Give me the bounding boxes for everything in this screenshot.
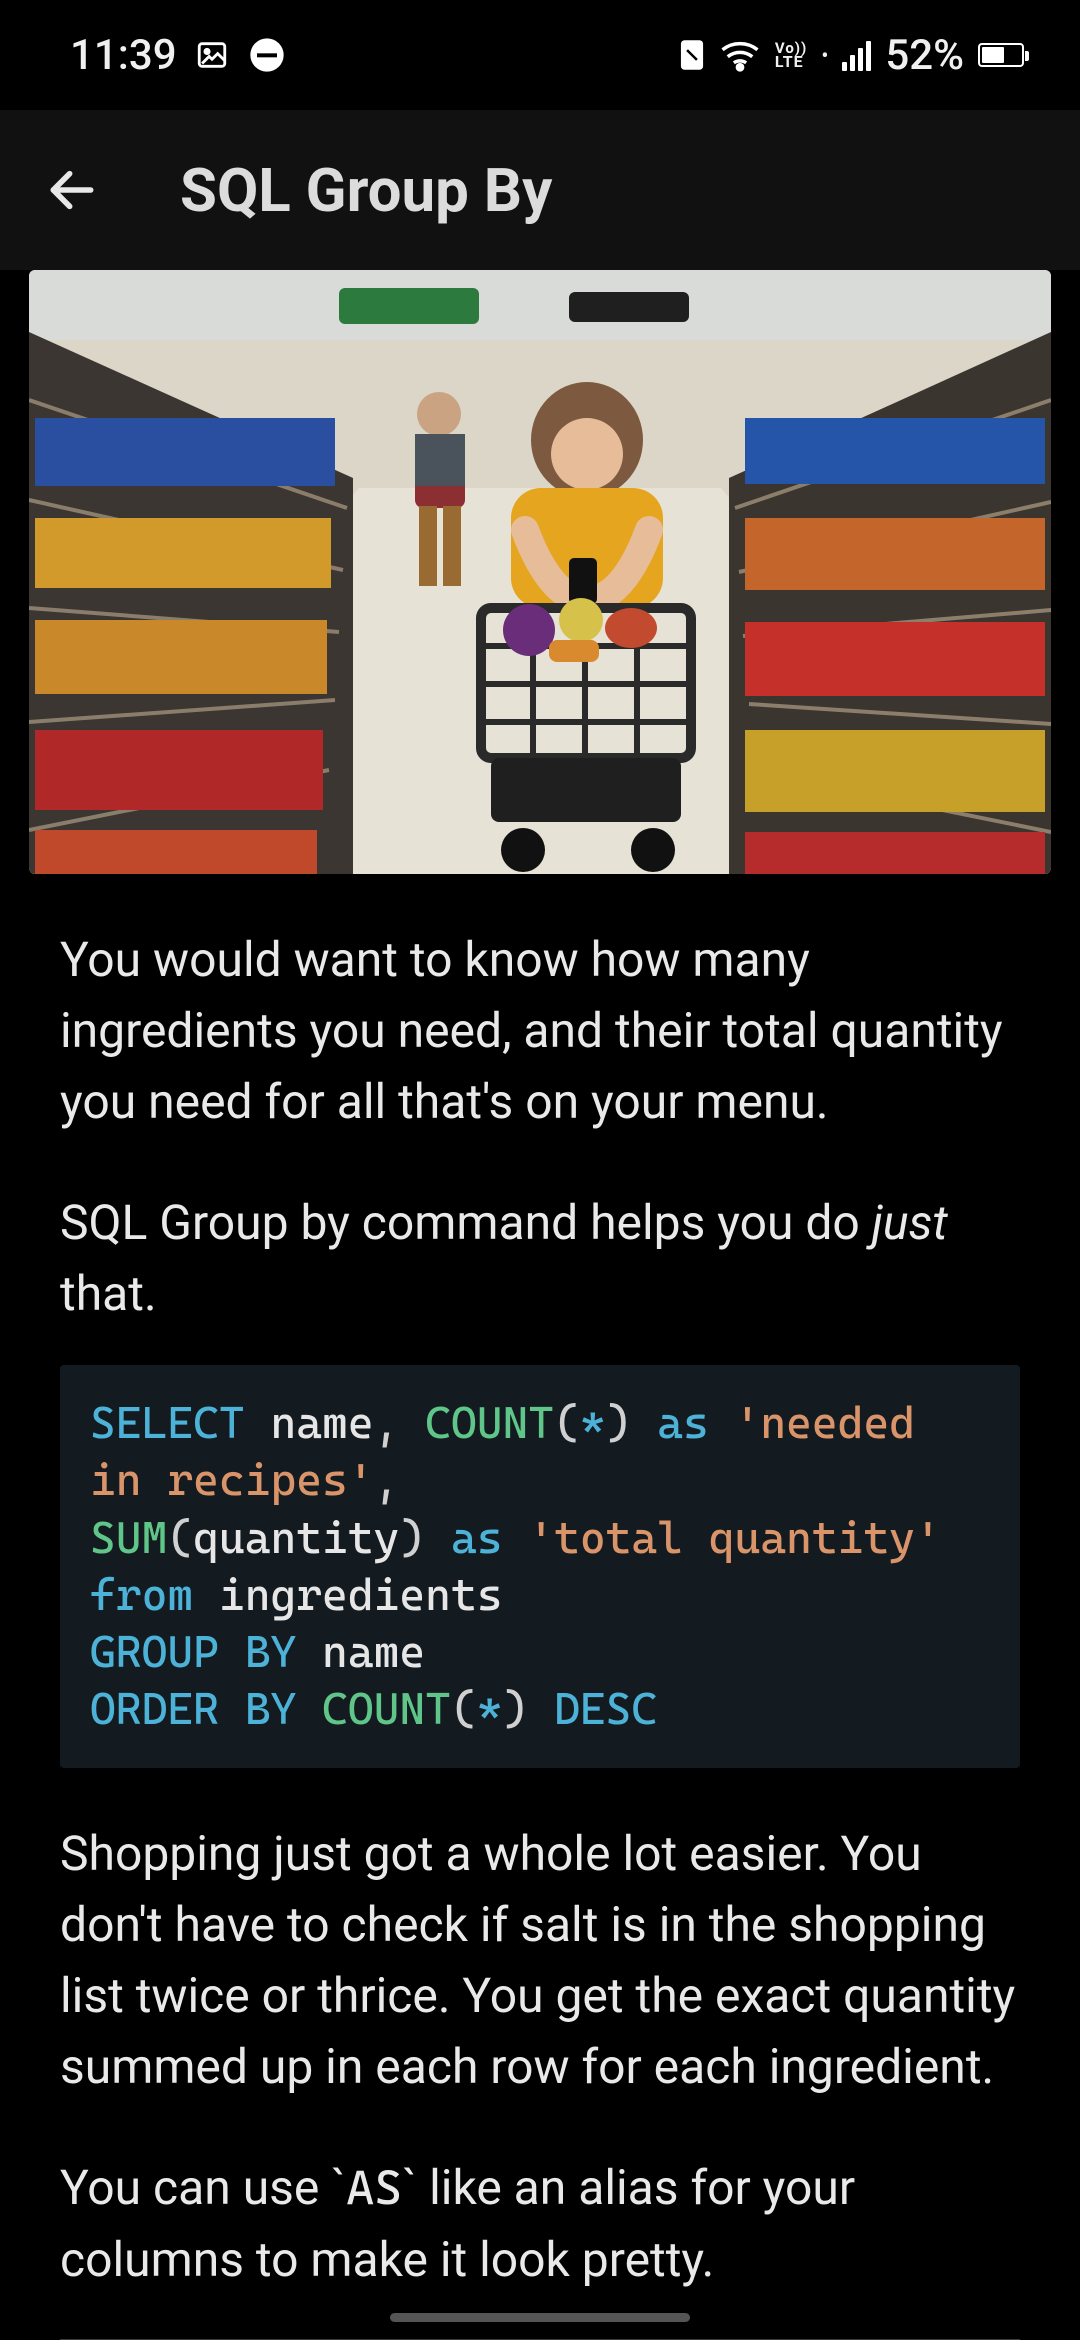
status-left: 11:39 xyxy=(70,31,287,80)
status-bar: 11:39 Vo)) LTE • 52% xyxy=(0,0,1080,110)
tok-star: * xyxy=(477,1684,503,1735)
home-indicator[interactable] xyxy=(390,2313,690,2322)
code-block[interactable]: SELECT name, COUNT(*) as 'needed in reci… xyxy=(60,1365,1020,1768)
tok-comma: , xyxy=(374,1455,400,1506)
tok-as: as xyxy=(425,1513,528,1564)
tok-paren: ) xyxy=(606,1398,632,1449)
card-icon xyxy=(679,39,705,71)
paragraph-4: You can use `AS` like an alias for your … xyxy=(0,2102,1080,2295)
paragraph-2: SQL Group by command helps you do just t… xyxy=(0,1137,1080,1329)
tok-sum: SUM xyxy=(90,1513,167,1564)
tok-groupby: GROUP BY xyxy=(90,1627,296,1678)
tok-comma: , xyxy=(374,1398,426,1449)
wifi-icon xyxy=(719,38,761,72)
inline-code-as: AS xyxy=(346,2160,402,2216)
paragraph-2-em: just xyxy=(872,1194,948,1251)
paragraph-3: Shopping just got a whole lot easier. Yo… xyxy=(0,1768,1080,2102)
tok-ingredients: ingredients xyxy=(193,1570,502,1621)
tok-as: as xyxy=(631,1398,734,1449)
tok-orderby: ORDER BY xyxy=(90,1684,296,1735)
status-right: Vo)) LTE • 52% xyxy=(679,31,1024,80)
tok-paren: ( xyxy=(554,1398,580,1449)
paragraph-2-prefix: SQL Group by command helps you do xyxy=(60,1194,872,1251)
paragraph-2-suffix: that. xyxy=(60,1265,157,1322)
back-button[interactable] xyxy=(44,162,100,218)
tok-name: name xyxy=(245,1398,374,1449)
hero-image xyxy=(29,270,1051,874)
tok-select: SELECT xyxy=(90,1398,245,1449)
tok-count: COUNT xyxy=(425,1398,554,1449)
do-not-disturb-icon xyxy=(247,35,287,75)
tok-star: * xyxy=(580,1398,606,1449)
tok-name: name xyxy=(296,1627,425,1678)
tok-paren: ( xyxy=(167,1513,193,1564)
image-icon xyxy=(195,38,229,72)
tok-quantity: quantity xyxy=(193,1513,399,1564)
paragraph-1: You would want to know how many ingredie… xyxy=(0,874,1080,1137)
tok-desc: DESC xyxy=(554,1684,657,1735)
battery-text: 52% xyxy=(885,31,964,80)
article-content[interactable]: You would want to know how many ingredie… xyxy=(0,270,1080,2340)
app-bar: SQL Group By xyxy=(0,110,1080,270)
tok-string: 'total quantity' xyxy=(528,1513,941,1564)
tok-from: from xyxy=(90,1570,193,1621)
battery-icon xyxy=(978,43,1024,67)
clock-text: 11:39 xyxy=(70,31,177,80)
tok-count: COUNT xyxy=(296,1684,451,1735)
paragraph-4-prefix: You can use ` xyxy=(60,2159,346,2216)
tok-paren: ( xyxy=(451,1684,477,1735)
volte-indicator: Vo)) LTE xyxy=(775,41,807,69)
signal-dot-icon: • xyxy=(821,43,828,67)
signal-icon xyxy=(842,39,871,71)
tok-paren: ) xyxy=(399,1513,425,1564)
tok-paren: ) xyxy=(503,1684,555,1735)
page-title: SQL Group By xyxy=(180,155,552,226)
